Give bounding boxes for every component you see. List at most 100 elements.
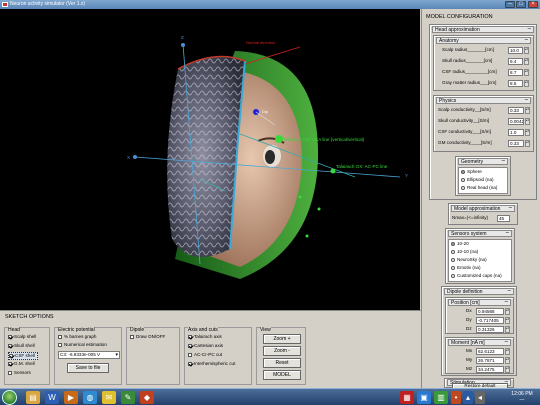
spin-arrows-icon[interactable]: ▴▾: [524, 58, 529, 65]
sensors-custom-caps-radio[interactable]: Customized caps (na): [451, 273, 502, 279]
scalp-conductivity-field[interactable]: 0.33: [508, 107, 524, 114]
spin-arrows-icon[interactable]: ▴▾: [525, 107, 530, 114]
geometry-real-head-radio[interactable]: Real head (na): [461, 185, 497, 191]
collapse-icon[interactable]: –: [528, 26, 531, 32]
csf-conductivity-label: CSF conductivity___[S/m]: [438, 129, 491, 134]
physics-header[interactable]: Physics –: [436, 97, 531, 104]
mz-field[interactable]: 34.2475: [476, 366, 504, 373]
collapse-icon[interactable]: –: [509, 205, 512, 211]
zoom-in-button[interactable]: Zoom +: [263, 334, 301, 344]
geometry-sphere-radio[interactable]: Sphere: [461, 169, 482, 175]
position-header[interactable]: Position [cm] –: [448, 299, 511, 306]
close-button[interactable]: ×: [528, 1, 538, 8]
reset-view-button[interactable]: Reset: [263, 358, 301, 368]
skull-shell-checkbox[interactable]: Skull shell: [8, 343, 35, 349]
mx-field[interactable]: 62.6123: [476, 348, 504, 355]
anatomy-title: Anatomy: [439, 38, 459, 44]
csf-shell-checkbox[interactable]: CSF shell: [8, 352, 38, 360]
volume-icon[interactable]: ◂: [475, 391, 485, 404]
network-icon[interactable]: ▴: [463, 391, 473, 404]
chart-icon[interactable]: ▦: [400, 391, 414, 404]
geometry-header[interactable]: Geometry –: [458, 158, 508, 165]
dipole-def-header[interactable]: Dipole definition –: [444, 288, 514, 295]
paint-icon[interactable]: ✎: [121, 391, 135, 404]
matlab-icon[interactable]: ◆: [140, 391, 154, 404]
sensors-10-20-radio[interactable]: 10-20: [451, 241, 469, 247]
minimize-button[interactable]: –: [505, 1, 515, 8]
gm-shell-checkbox[interactable]: G.M. shell: [8, 361, 35, 367]
spin-arrows-icon[interactable]: ▴▾: [524, 80, 529, 87]
ac-cr-pc-cut-checkbox[interactable]: AC-Cr-PC cut: [188, 352, 222, 358]
skull-conductivity-field[interactable]: 0.0042: [508, 118, 524, 125]
dx-field[interactable]: 0.94568: [476, 308, 504, 315]
tray-icon[interactable]: •: [451, 391, 461, 404]
spin-arrows-icon[interactable]: ▴▾: [505, 326, 510, 333]
radio-icon: [451, 265, 455, 270]
sensors-checkbox[interactable]: Sensors: [8, 370, 31, 376]
gm-conductivity-field[interactable]: 0.33: [508, 140, 524, 147]
nmax-field[interactable]: 45: [497, 215, 510, 222]
dy-field[interactable]: -0.717405: [476, 317, 504, 324]
numerical-estimation-checkbox[interactable]: Numerical estimation: [58, 342, 107, 348]
mail-icon[interactable]: ✉: [102, 391, 116, 404]
head-approx-title: Head approximation: [435, 27, 480, 33]
csf-radius-field[interactable]: 8.7: [508, 69, 523, 76]
model-button[interactable]: MODEL: [263, 370, 301, 380]
media-icon[interactable]: ▶: [64, 391, 78, 404]
model-approx-header[interactable]: Model approximation –: [451, 205, 515, 212]
scalp-conductivity-label: Scalp conductivity__[S/m]: [438, 107, 491, 112]
collapse-icon[interactable]: –: [502, 158, 505, 164]
sensors-neurosky-radio[interactable]: NeuroSky (na): [451, 257, 487, 263]
acpc-line-label: Talairach OX: AC-PC line: [336, 164, 388, 169]
spin-arrows-icon[interactable]: ▴▾: [525, 140, 530, 147]
spin-arrows-icon[interactable]: ▴▾: [525, 118, 530, 125]
photo-icon[interactable]: ▣: [417, 391, 431, 404]
spin-arrows-icon[interactable]: ▴▾: [505, 366, 510, 373]
moment-header[interactable]: Moment [nA m] –: [448, 339, 511, 346]
potential-value-select[interactable]: C3: -6.9333e-005 V ▾: [58, 351, 120, 359]
calc-icon[interactable]: ▥: [434, 391, 448, 404]
spin-arrows-icon[interactable]: ▴▾: [524, 47, 529, 54]
spin-arrows-icon[interactable]: ▴▾: [505, 308, 510, 315]
collapse-icon[interactable]: –: [525, 97, 528, 103]
sensors-emotiv-radio[interactable]: Emotiv (na): [451, 265, 481, 271]
collapse-icon[interactable]: –: [506, 230, 509, 236]
start-button[interactable]: [2, 390, 17, 405]
sensors-header[interactable]: Sensors system –: [448, 230, 512, 237]
draw-dipole-checkbox[interactable]: Draw ON/OFF: [130, 334, 165, 340]
spin-arrows-icon[interactable]: ▴▾: [505, 357, 510, 364]
barnes-graph-checkbox[interactable]: % barnes graph: [58, 334, 96, 340]
scalp-radius-field[interactable]: 10.0: [508, 47, 523, 54]
spin-arrows-icon[interactable]: ▴▾: [505, 317, 510, 324]
collapse-icon[interactable]: –: [508, 288, 511, 294]
head-approx-header[interactable]: Head approximation –: [432, 26, 534, 33]
word-icon[interactable]: W: [45, 391, 59, 404]
collapse-icon[interactable]: –: [525, 37, 528, 43]
csf-conductivity-field[interactable]: 1.0: [508, 129, 524, 136]
anatomy-header[interactable]: Anatomy –: [436, 37, 531, 44]
save-to-file-button[interactable]: Save to file: [67, 363, 109, 373]
app-icon: [2, 2, 8, 7]
cartesian-axis-checkbox[interactable]: Cartesian axis: [188, 343, 223, 349]
collapse-icon[interactable]: –: [505, 339, 508, 345]
clock[interactable]: 12:06 PM —: [508, 391, 536, 403]
spin-arrows-icon[interactable]: ▴▾: [525, 129, 530, 136]
geometry-ellipsoid-radio[interactable]: Ellipsoid (na): [461, 177, 494, 183]
talairach-axis-checkbox[interactable]: Talairach axis: [188, 334, 222, 340]
scalp-shell-checkbox[interactable]: Scalp shell: [8, 334, 36, 340]
interhemispheric-cut-checkbox[interactable]: Interhemispheric cut: [188, 361, 235, 367]
globe-icon[interactable]: ◍: [83, 391, 97, 404]
gray-matter-radius-field[interactable]: 8.5: [508, 80, 523, 87]
folder-icon[interactable]: ▤: [26, 391, 40, 404]
head-3d-view[interactable]: Normal direction Talairach OX: VCA line …: [0, 9, 420, 310]
maximize-button[interactable]: □: [516, 1, 526, 8]
my-field[interactable]: 26.7871: [476, 357, 504, 364]
collapse-icon[interactable]: –: [505, 299, 508, 305]
sensors-10-10-radio[interactable]: 10-10 (na): [451, 249, 478, 255]
spin-arrows-icon[interactable]: ▴▾: [505, 348, 510, 355]
sensors-options: 10-20 10-10 (na) NeuroSky (na) Emotiv (n…: [448, 239, 512, 282]
skull-radius-field[interactable]: 9.4: [508, 58, 523, 65]
spin-arrows-icon[interactable]: ▴▾: [524, 69, 529, 76]
dz-field[interactable]: 0.31326: [476, 326, 504, 333]
zoom-out-button[interactable]: Zoom -: [263, 346, 301, 356]
